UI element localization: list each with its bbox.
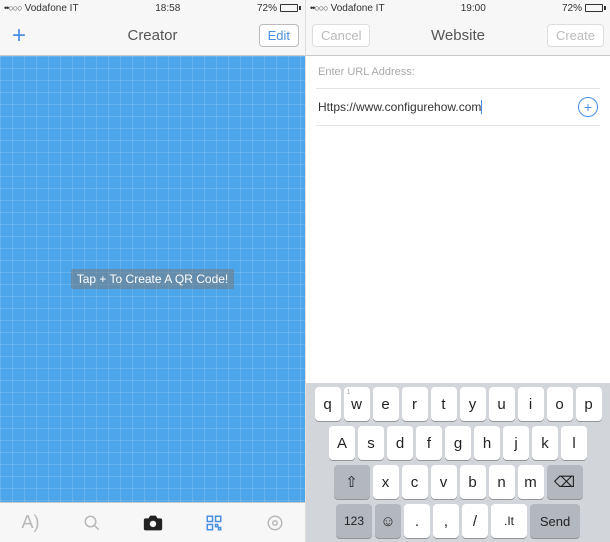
- signal-icon: ••○○○: [4, 3, 22, 13]
- tab-search[interactable]: [72, 503, 112, 542]
- key-shift[interactable]: ⇧: [334, 465, 370, 499]
- battery-percent: 72%: [562, 3, 582, 14]
- key-m[interactable]: m: [518, 465, 544, 499]
- search-icon: [83, 514, 101, 532]
- key-r[interactable]: r: [402, 387, 428, 421]
- key-i[interactable]: i: [518, 387, 544, 421]
- key-e[interactable]: e: [373, 387, 399, 421]
- section-label: Enter URL Address:: [316, 66, 600, 78]
- kb-row-3: ⇧ x c v b n m ⌫: [309, 465, 607, 499]
- key-o[interactable]: o: [547, 387, 573, 421]
- camera-icon: [142, 512, 164, 534]
- battery-icon: [280, 4, 301, 12]
- cancel-button[interactable]: Cancel: [312, 24, 370, 47]
- edit-button[interactable]: Edit: [259, 24, 299, 47]
- kb-row-4: 123 ☺ . , / .It Send: [309, 504, 607, 538]
- key-v[interactable]: v: [431, 465, 457, 499]
- creator-screen: ••○○○ Vodafone IT 18:58 72% + Creator Ed…: [0, 0, 305, 542]
- keyboard: q 1w e r t y u i o p A s d f g h j k l ⇧…: [306, 383, 610, 542]
- carrier-label: Vodafone IT: [331, 3, 385, 14]
- key-send[interactable]: Send: [530, 504, 580, 538]
- page-title: Website: [431, 27, 485, 44]
- key-it[interactable]: .It: [491, 504, 527, 538]
- kb-row-1: q 1w e r t y u i o p: [309, 387, 607, 421]
- kb-row-2: A s d f g h j k l: [309, 426, 607, 460]
- website-screen: ••○○○ Vodafone IT 19:00 72% Cancel Websi…: [305, 0, 610, 542]
- url-field-row: Https://www.configurehow.com +: [316, 88, 600, 126]
- key-s[interactable]: s: [358, 426, 384, 460]
- url-input[interactable]: Https://www.configurehow.com: [318, 100, 578, 115]
- key-d[interactable]: d: [387, 426, 413, 460]
- key-b[interactable]: b: [460, 465, 486, 499]
- key-w[interactable]: 1w: [344, 387, 370, 421]
- gear-icon: [266, 514, 284, 532]
- key-h[interactable]: h: [474, 426, 500, 460]
- key-j[interactable]: j: [503, 426, 529, 460]
- key-y[interactable]: y: [460, 387, 486, 421]
- tab-qr[interactable]: [194, 503, 234, 542]
- tab-settings[interactable]: [255, 503, 295, 542]
- canvas-hint: Tap + To Create A QR Code!: [71, 269, 235, 289]
- nav-bar: + Creator Edit: [0, 16, 305, 56]
- signal-icon: ••○○○: [310, 3, 328, 13]
- key-x[interactable]: x: [373, 465, 399, 499]
- add-url-button[interactable]: +: [578, 97, 598, 117]
- key-g[interactable]: g: [445, 426, 471, 460]
- key-f[interactable]: f: [416, 426, 442, 460]
- key-emoji[interactable]: ☺: [375, 504, 401, 538]
- clock-label: 18:58: [155, 3, 180, 14]
- key-slash[interactable]: /: [462, 504, 488, 538]
- creator-canvas[interactable]: Tap + To Create A QR Code!: [0, 56, 305, 502]
- key-n[interactable]: n: [489, 465, 515, 499]
- tab-text[interactable]: A): [11, 503, 51, 542]
- tab-camera[interactable]: [133, 503, 173, 542]
- key-u[interactable]: u: [489, 387, 515, 421]
- key-k[interactable]: k: [532, 426, 558, 460]
- key-q[interactable]: q: [315, 387, 341, 421]
- key-t[interactable]: t: [431, 387, 457, 421]
- key-l[interactable]: l: [561, 426, 587, 460]
- battery-percent: 72%: [257, 3, 277, 14]
- key-123[interactable]: 123: [336, 504, 372, 538]
- qr-icon: [205, 514, 223, 532]
- key-p[interactable]: p: [576, 387, 602, 421]
- nav-bar: Cancel Website Create: [306, 16, 610, 56]
- key-backspace[interactable]: ⌫: [547, 465, 583, 499]
- form-area: Enter URL Address: Https://www.configure…: [306, 56, 610, 383]
- add-button[interactable]: +: [6, 22, 32, 50]
- key-c[interactable]: c: [402, 465, 428, 499]
- key-a[interactable]: A: [329, 426, 355, 460]
- key-dot[interactable]: .: [404, 504, 430, 538]
- tab-bar: A): [0, 502, 305, 542]
- status-bar: ••○○○ Vodafone IT 19:00 72%: [306, 0, 610, 16]
- page-title: Creator: [127, 27, 177, 44]
- carrier-label: Vodafone IT: [25, 3, 79, 14]
- battery-icon: [585, 4, 606, 12]
- clock-label: 19:00: [461, 3, 486, 14]
- create-button[interactable]: Create: [547, 24, 604, 47]
- key-comma[interactable]: ,: [433, 504, 459, 538]
- status-bar: ••○○○ Vodafone IT 18:58 72%: [0, 0, 305, 16]
